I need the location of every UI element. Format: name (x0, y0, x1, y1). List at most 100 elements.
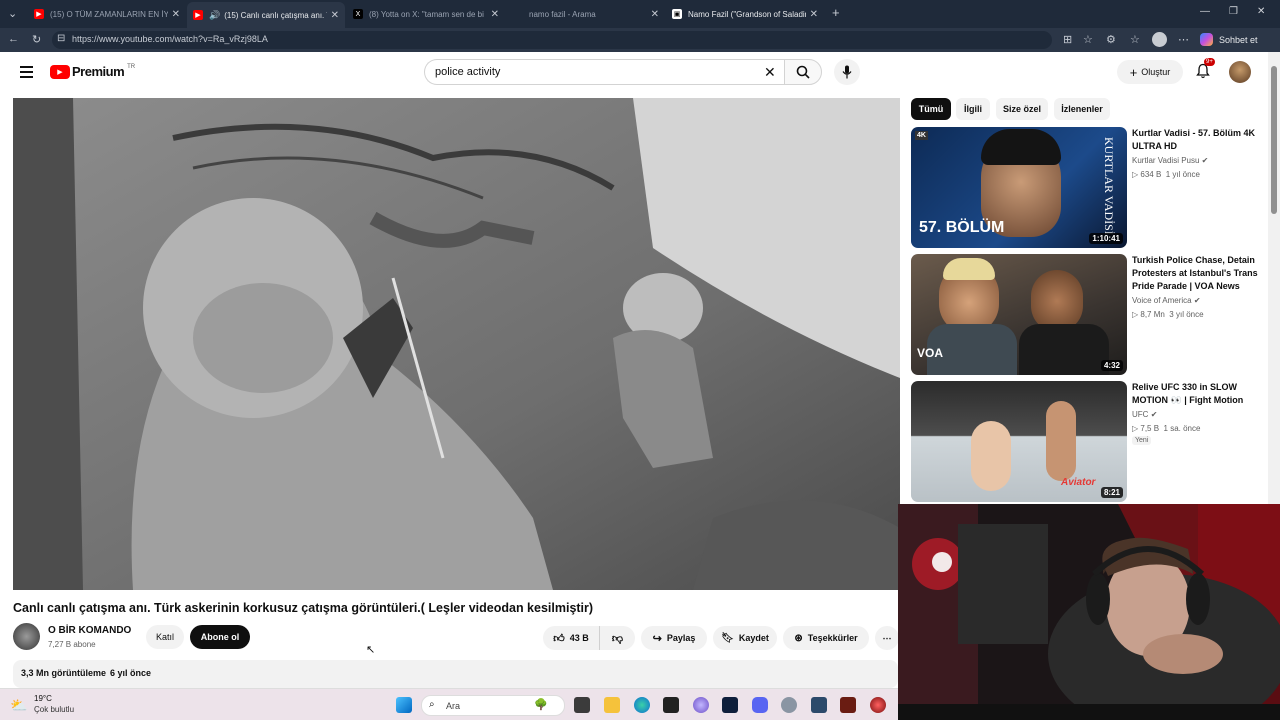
close-tab-icon[interactable]: ✕ (651, 9, 659, 20)
tab-list-icon[interactable]: ⌄ (8, 7, 17, 20)
search-button[interactable] (784, 59, 822, 85)
thumbnail-logo: KURTLAR VADİSİ (1102, 137, 1116, 235)
file-explorer-icon[interactable] (604, 697, 620, 713)
description-box[interactable]: 3,3 Mn görüntüleme 6 yıl önce (13, 660, 898, 688)
subscribe-button[interactable]: Abone ol (190, 625, 250, 649)
back-icon[interactable]: ← (8, 33, 19, 45)
video-title: Canlı canlı çatışma anı. Türk askerinin … (13, 601, 594, 615)
close-tab-icon[interactable]: ✕ (172, 9, 180, 20)
tab-1[interactable]: ▶ (15) O TÜM ZAMANLARIN EN İYİSİ ✕ (28, 4, 186, 24)
dislike-button[interactable]: 👎︎ (599, 626, 635, 650)
app-icon[interactable] (811, 697, 827, 713)
windows-taskbar: ⛅ 19°C Çok bulutlu ⌕ Ara 🌳 (0, 688, 898, 720)
tab-5[interactable]: ▣ Namo Fazil ("Grandson of Saladin" ✕ (666, 4, 824, 24)
app-icon[interactable] (693, 697, 709, 713)
windows-start-icon[interactable] (396, 697, 412, 713)
tab-title: Namo Fazil ("Grandson of Saladin" (688, 9, 806, 19)
recommendation-channel[interactable]: Voice of America ✔ (1132, 296, 1201, 305)
more-actions-button[interactable]: ⋯ (875, 626, 899, 650)
extensions-icon[interactable]: ⚙ (1106, 33, 1116, 46)
page-scrollbar[interactable] (1268, 52, 1280, 504)
favorite-star-icon[interactable]: ☆ (1083, 33, 1093, 46)
chip-all[interactable]: Tümü (911, 98, 951, 120)
chip-related[interactable]: İlgili (956, 98, 990, 120)
channel-name[interactable]: O BİR KOMANDO (48, 625, 131, 636)
user-avatar[interactable] (1229, 61, 1251, 83)
youtube-logo[interactable]: ▶ Premium TR (50, 64, 135, 79)
settings-gear-icon[interactable] (781, 697, 797, 713)
recommendation-thumbnail[interactable]: 4K 57. BÖLÜM KURTLAR VADİSİ 1:10:41 (911, 127, 1127, 248)
site-info-icon[interactable]: ⊟ (57, 33, 65, 44)
share-icon: ↪ (652, 632, 662, 645)
hamburger-menu-icon[interactable] (20, 66, 33, 78)
video-player[interactable] (13, 98, 900, 590)
tab-2-active[interactable]: ▶ 🔊 (15) Canlı canlı çatışma anı. Tü ✕ (187, 2, 345, 28)
new-tab-icon[interactable]: + (832, 5, 840, 20)
discord-icon[interactable] (752, 697, 768, 713)
collections-icon[interactable]: ☆ (1130, 33, 1140, 46)
game-icon[interactable] (840, 697, 856, 713)
notification-badge: 9+ (1204, 58, 1215, 66)
more-menu-icon[interactable]: ⋯ (1178, 33, 1189, 46)
clear-search-icon[interactable]: ✕ (764, 64, 776, 81)
more-dots-icon: ⋯ (882, 632, 892, 643)
notifications-button[interactable]: 9+ (1195, 58, 1215, 84)
chip-label: İzlenenler (1061, 104, 1103, 114)
media-app-icon[interactable] (663, 697, 679, 713)
chat-label[interactable]: Sohbet et (1219, 35, 1258, 45)
recommendation-title[interactable]: Turkish Police Chase, Detain Protesters … (1132, 254, 1260, 293)
url-field[interactable]: ⊟ https://www.youtube.com/watch?v=Ra_vRz… (52, 31, 1052, 49)
tab-title: (8) Yotta on X: "tamam sen de bi (369, 9, 484, 19)
recommendation-meta: ▷ 634 B 1 yıl önce (1132, 170, 1200, 179)
close-tab-icon[interactable]: ✕ (810, 9, 818, 20)
apps-icon[interactable]: ⊞ (1063, 33, 1072, 46)
recommendation-title[interactable]: Relive UFC 330 in SLOW MOTION 👀 | Fight … (1132, 381, 1260, 407)
join-button[interactable]: Katıl (146, 625, 184, 649)
close-tab-icon[interactable]: ✕ (331, 10, 339, 21)
recommendation-title[interactable]: Kurtlar Vadisi - 57. Bölüm 4K ULTRA HD (1132, 127, 1260, 153)
bing-favicon-icon (513, 9, 523, 19)
thanks-button[interactable]: ⊛ Teşekkürler (783, 626, 869, 650)
voice-search-button[interactable] (834, 59, 860, 85)
copilot-icon[interactable] (1200, 33, 1213, 46)
channel-avatar[interactable] (13, 623, 40, 650)
taskbar-search-box[interactable]: ⌕ Ara 🌳 (421, 695, 565, 716)
recommendation-thumbnail[interactable]: Aviator 8:21 (911, 381, 1127, 502)
recommendation-channel[interactable]: UFC ✔ (1132, 410, 1157, 419)
app-icon[interactable] (870, 697, 886, 713)
vscode-icon[interactable] (722, 697, 738, 713)
save-button[interactable]: 🔖︎ Kaydet (713, 626, 777, 650)
tab-title: namo fazil - Arama (529, 9, 596, 19)
channel-text: Kurtlar Vadisi Pusu (1132, 156, 1200, 165)
video-duration: 1:10:41 (1089, 233, 1123, 244)
view-count: 7,5 B (1140, 424, 1160, 433)
profile-avatar[interactable] (1152, 32, 1167, 47)
recommendation-channel[interactable]: Kurtlar Vadisi Pusu ✔ (1132, 156, 1208, 165)
thanks-label: Teşekkürler (807, 633, 858, 643)
restore-icon[interactable]: ❐ (1229, 6, 1238, 17)
share-label: Paylaş (666, 633, 696, 643)
close-tab-icon[interactable]: ✕ (491, 9, 499, 20)
edge-browser-icon[interactable] (634, 697, 650, 713)
view-count: 3,3 Mn görüntüleme (21, 668, 107, 678)
chip-for-you[interactable]: Size özel (996, 98, 1048, 120)
create-button[interactable]: + Oluştur (1117, 60, 1183, 84)
task-view-icon[interactable] (574, 697, 590, 713)
minimize-icon[interactable]: — (1200, 6, 1210, 17)
share-button[interactable]: ↪ Paylaş (641, 626, 707, 650)
create-label: Oluştur (1141, 67, 1171, 77)
x-favicon-icon: X (353, 9, 363, 19)
search-input[interactable]: police activity ✕ (424, 59, 784, 85)
tab-title: (15) O TÜM ZAMANLARIN EN İYİSİ (50, 9, 168, 19)
webcam-overlay (898, 504, 1280, 720)
weather-icon[interactable]: ⛅ (10, 697, 27, 714)
tab-3[interactable]: X (8) Yotta on X: "tamam sen de bi ✕ (347, 4, 505, 24)
chip-watched[interactable]: İzlenenler (1054, 98, 1110, 120)
like-button[interactable]: 👍︎ 43 B (543, 626, 599, 650)
reload-icon[interactable]: ↻ (32, 33, 41, 46)
youtube-favicon-icon: ▶ (193, 10, 203, 20)
recommendation-thumbnail[interactable]: VOA 4:32 (911, 254, 1127, 375)
tab-4[interactable]: namo fazil - Arama ✕ (507, 4, 665, 24)
new-badge: Yeni (1132, 436, 1152, 445)
close-window-icon[interactable]: ✕ (1257, 6, 1265, 17)
